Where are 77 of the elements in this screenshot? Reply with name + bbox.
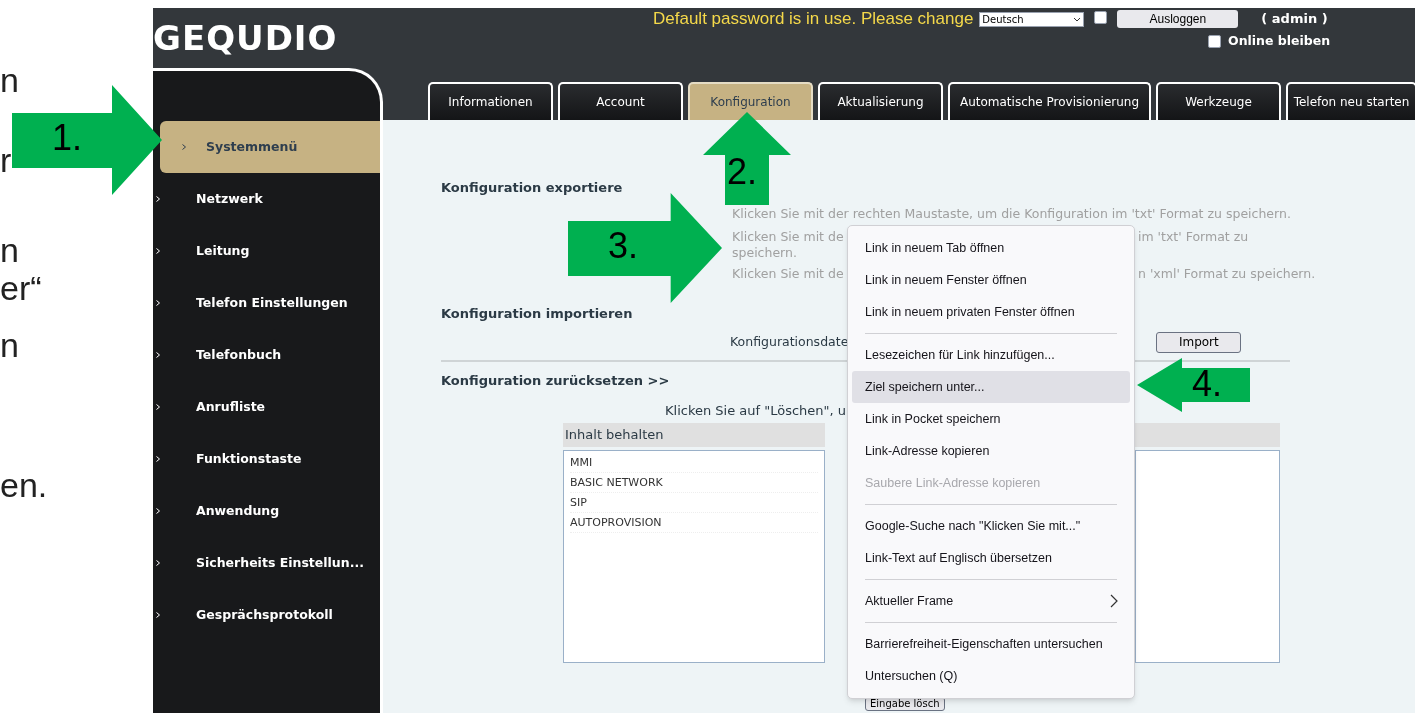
logout-button[interactable]: Ausloggen: [1117, 10, 1239, 28]
sidebar-item[interactable]: Systemmenü: [160, 121, 380, 173]
menu-item[interactable]: Link in neuem Fenster öffnen: [852, 264, 1130, 296]
sidebar-item[interactable]: Telefonbuch: [153, 329, 380, 381]
checkbox[interactable]: [1208, 34, 1221, 48]
menu-item[interactable]: Aktueller Frame: [852, 585, 1130, 617]
list-box[interactable]: MMI BASIC NETWORK SIP AUTOPROVISION: [563, 450, 825, 663]
chevron-icon: [182, 144, 186, 150]
menu-item[interactable]: Ziel speichern unter...: [852, 371, 1130, 403]
step-number: 1.: [52, 118, 83, 158]
sidebar-item[interactable]: Sicherheits Einstellun...: [153, 537, 380, 589]
file-label: Konfigurationsdate: [730, 332, 849, 351]
export-hint: Klicken Sie mit de: [732, 266, 844, 281]
section-title: Konfiguration exportiere: [441, 179, 623, 197]
sidebar-item[interactable]: Gesprächsprotokoll: [153, 589, 380, 641]
chevron-icon: [156, 352, 160, 358]
export-hint: im 'txt' Format zu: [1138, 229, 1249, 245]
menu-item[interactable]: Lesezeichen für Link hinzufügen...: [852, 339, 1130, 371]
menu-item[interactable]: Link in Pocket speichern: [852, 403, 1130, 435]
user-label: ( admin ): [1261, 10, 1328, 29]
chevron-icon: [156, 612, 160, 618]
tab[interactable]: Telefon neu starten: [1286, 82, 1415, 120]
tab[interactable]: Werkzeuge: [1156, 82, 1281, 120]
language-select[interactable]: Deutsch: [979, 11, 1085, 27]
reset-hint: Klicken Sie auf "Löschen", u: [665, 402, 847, 419]
menu-item[interactable]: Barrierefreiheit-Eigenschaften untersuchen: [852, 628, 1130, 660]
checkbox[interactable]: [1094, 11, 1108, 24]
chevron-icon: [156, 404, 160, 410]
menu-item[interactable]: Link in neuem Tab öffnen: [852, 232, 1130, 264]
menu-item[interactable]: Link in neuem privaten Fenster öffnen: [852, 296, 1130, 328]
sidebar-item[interactable]: Netzwerk: [153, 173, 380, 225]
sidebar-item[interactable]: Funktionstaste: [153, 433, 380, 485]
chevron-icon: [156, 248, 160, 254]
slide-text: n: [0, 325, 19, 365]
chevron-right-icon: [1110, 594, 1118, 608]
chevron-icon: [156, 196, 160, 202]
list-header: Inhalt behalten: [563, 423, 825, 447]
export-hint: Klicken Sie mit der rechten Maustaste, um die Konfiguration im 'txt' Format zu speichern.: [732, 206, 1291, 222]
list-item[interactable]: AUTOPROVISION: [570, 513, 818, 533]
export-hint: n 'xml' Format zu speichern.: [1138, 266, 1316, 282]
chevron-icon: [156, 560, 160, 566]
menu-item[interactable]: Link-Adresse kopieren: [852, 435, 1130, 467]
tab[interactable]: Automatische Provisionierung: [948, 82, 1151, 120]
step-number: 4.: [1192, 364, 1223, 404]
logo: GEQUDIO: [153, 18, 338, 58]
menu-item[interactable]: Untersuchen (Q): [852, 660, 1130, 692]
stay-online-label: Online bleiben: [1228, 32, 1331, 50]
chevron-icon: [156, 300, 160, 306]
slide-text: n: [0, 60, 19, 100]
export-hint: Klicken Sie mit de: [732, 229, 844, 244]
list-item[interactable]: SIP: [570, 493, 818, 513]
step-number: 2.: [727, 152, 758, 192]
import-button[interactable]: Import: [1156, 331, 1242, 353]
chevron-icon: [156, 508, 160, 514]
export-hint: speichern.: [732, 245, 797, 261]
tab[interactable]: Account: [558, 82, 683, 120]
slide-text: n: [0, 230, 19, 270]
tab[interactable]: Konfiguration: [688, 82, 813, 120]
chevron-icon: [156, 456, 160, 462]
sidebar-item[interactable]: Leitung: [153, 225, 380, 277]
list-item[interactable]: MMI: [570, 453, 818, 473]
caret-icon: [1073, 16, 1082, 22]
tab[interactable]: Informationen: [428, 82, 553, 120]
password-warning: Default password is in use. Please change: [653, 9, 974, 29]
step-number: 3.: [608, 226, 639, 266]
slide-text: r: [0, 140, 12, 180]
sidebar-item[interactable]: Telefon Einstellungen: [153, 277, 380, 329]
slide-text: er“: [0, 268, 42, 308]
section-title: Konfiguration zurücksetzen >>: [441, 372, 670, 390]
sidebar-item[interactable]: Anwendung: [153, 485, 380, 537]
sidebar-item[interactable]: Anrufliste: [153, 381, 380, 433]
slide-text: en.: [0, 465, 48, 505]
menu-item[interactable]: Google-Suche nach "Klicken Sie mit...": [852, 510, 1130, 542]
tab[interactable]: Aktualisierung: [818, 82, 943, 120]
list-item[interactable]: BASIC NETWORK: [570, 473, 818, 493]
menu-item[interactable]: Link-Text auf Englisch übersetzen: [852, 542, 1130, 574]
section-title: Konfiguration importieren: [441, 305, 633, 323]
